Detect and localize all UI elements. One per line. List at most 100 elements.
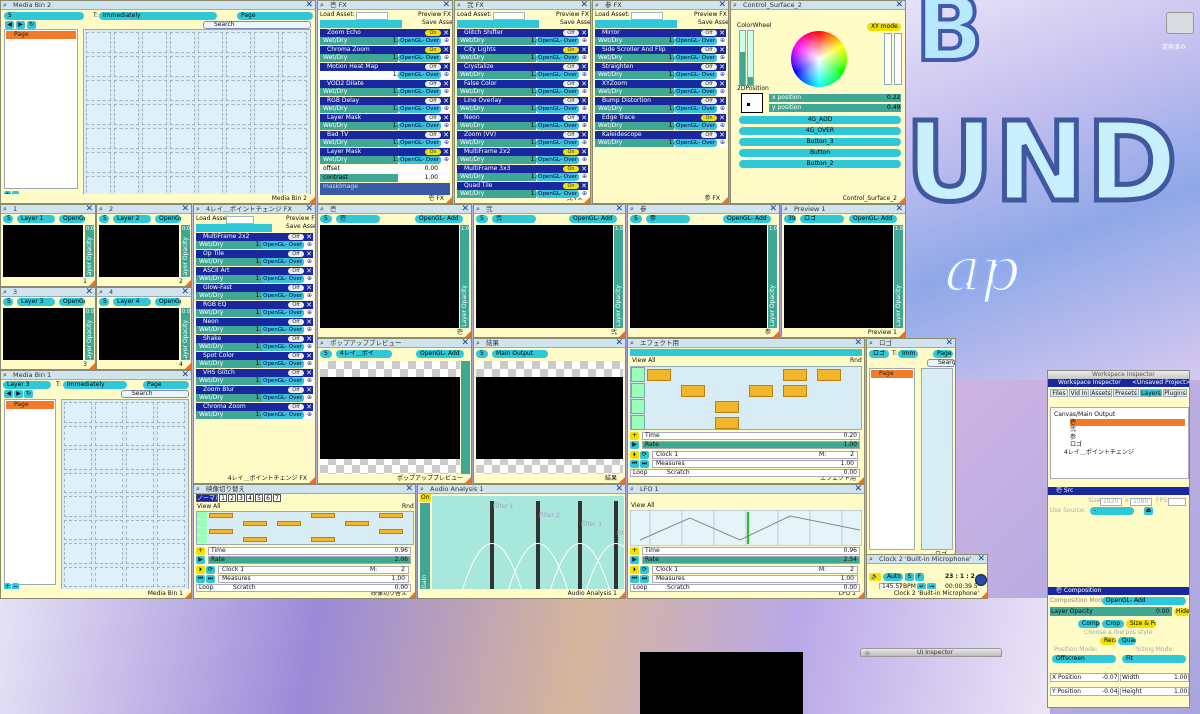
fx-remove-icon[interactable]: ✕ [719,97,725,105]
quad-button[interactable]: Quad [1118,637,1136,645]
layer-opacity-slider[interactable]: Layer Opacity 1.00 [894,225,905,329]
wet-dry-slider[interactable]: Wet/Dry1.00OpenGL- Over⊕ [457,88,588,96]
page-list[interactable]: Page [4,29,78,189]
clip-slot[interactable] [95,566,123,587]
fx-remove-icon[interactable]: ✕ [719,46,725,54]
workspace-tab[interactable]: Vid In [1069,389,1089,397]
wet-dry-slider[interactable]: Wet/Dry1.00OpenGL- Over⊕ [457,71,588,79]
fx-remove-icon[interactable]: ✕ [443,148,449,156]
layer-index-select[interactable]: 5 [320,350,332,358]
clip-slot[interactable] [86,80,111,101]
rewind-button[interactable]: ⏮ [630,575,639,583]
close-icon[interactable]: ✕ [305,205,313,214]
blend-mode-select[interactable]: OpenGL- Over [261,292,304,300]
hide-button[interactable]: Hide [1174,608,1190,616]
comp-tab[interactable]: Comp. UI [1078,620,1100,628]
clip-slot[interactable] [157,425,185,446]
clip-grid[interactable] [921,368,953,550]
fx-toggle[interactable]: Off [563,98,579,104]
layer-select[interactable]: Layer 1 [17,215,55,223]
fx-toggle[interactable]: Off [425,98,441,104]
layer-name-select[interactable]: 弐 [492,215,536,223]
close-icon[interactable]: ✕ [769,205,777,214]
measures-slider[interactable]: Measures 1.00 [652,460,858,468]
page-select[interactable]: Page [237,12,313,20]
blend-mode-select[interactable]: OpenGL- Over [398,122,441,130]
fx-row[interactable]: Glitch Shifter Off ✕ [457,29,588,37]
clip-slot[interactable] [170,80,195,101]
blend-mode-select[interactable]: OpenGL- [59,215,85,223]
fx-remove-icon[interactable]: ✕ [306,403,312,411]
layer-index-select[interactable]: 5 [3,298,13,306]
step-cell[interactable] [209,513,233,518]
blend-mode-select[interactable]: OpenGL- Over [674,71,717,79]
wet-dry-slider[interactable]: Wet/Dry1.00OpenGL- Over⊕ [196,411,313,419]
fx-row[interactable]: Layer Mask Off ✕ [320,114,450,122]
fx-row[interactable]: RGB EQ Off ✕ [196,301,313,309]
workspace-tab[interactable]: Files [1050,389,1068,397]
fx-row[interactable]: Kaleidescope Off ✕ [595,131,726,139]
fx-row[interactable]: Side Scroller And Flip Off ✕ [595,46,726,54]
clip-slot[interactable] [142,104,167,125]
view-all-select[interactable]: View All [197,503,221,511]
blend-mode-select[interactable]: OpenGL- Add [849,215,897,223]
fx-toggle[interactable]: Off [288,268,304,274]
close-icon[interactable]: ✕ [895,205,903,214]
fps-field[interactable] [1168,498,1186,506]
button-4g-add[interactable]: 4G_ADD [739,116,901,124]
color-wheel[interactable] [791,31,847,87]
fx-row[interactable]: Motion Heat Map Off ✕ [320,63,450,71]
fx-toggle[interactable]: Off [701,98,717,104]
blend-remove-icon[interactable]: ⊕ [720,139,725,147]
wet-dry-slider[interactable]: Wet/Dry1.00OpenGL- Over⊕ [320,139,450,147]
fx-remove-icon[interactable]: ✕ [581,165,587,173]
blend-remove-icon[interactable]: ⊕ [582,173,587,181]
close-icon[interactable]: ✕ [85,288,93,297]
clip-slot[interactable] [198,56,223,77]
blend-mode-select[interactable]: OpenGL- Add [569,215,617,223]
rewind-button[interactable]: ⏮ [196,575,205,583]
wet-dry-slider[interactable]: Wet/Dry1.00OpenGL- Over⊕ [196,343,313,351]
step-cell[interactable] [783,385,807,397]
save-asset-button[interactable]: Save Asset [422,19,452,27]
page-list-item[interactable]: Page [871,370,913,378]
clip-slot[interactable] [126,449,154,470]
layer-index-select[interactable]: 5 [476,215,488,223]
clip-slot[interactable] [114,152,139,173]
close-icon[interactable]: ✕ [181,205,189,214]
blend-mode-select[interactable]: OpenGL- Over [536,71,579,79]
clip-slot[interactable] [64,566,92,587]
fx-remove-icon[interactable]: ✕ [443,63,449,71]
blend-remove-icon[interactable]: ⊕ [307,360,312,368]
fx-toggle[interactable]: Off [701,132,717,138]
time-slider[interactable]: Time 0.96 [642,547,860,555]
close-icon[interactable]: ✕ [718,1,726,10]
clip-grid[interactable] [61,399,189,591]
preset-tab[interactable]: ノーマル [196,494,221,502]
fx-toggle[interactable]: Off [701,30,717,36]
clip-slot[interactable] [86,128,111,149]
wet-dry-slider[interactable]: Wet/Dry1.00OpenGL- Over⊕ [320,122,450,130]
blend-mode-select[interactable]: OpenGL- Over [261,343,304,351]
tree-item[interactable]: 壱 [1070,418,1185,426]
clip-slot[interactable] [95,472,123,493]
blend-remove-icon[interactable]: ⊕ [444,156,449,164]
blend-remove-icon[interactable]: ⊕ [307,258,312,266]
fx-toggle[interactable]: Off [288,319,304,325]
fx-remove-icon[interactable]: ✕ [306,233,312,241]
blend-mode-select[interactable]: OpenGL- Over [536,173,579,181]
fx-toggle[interactable]: Off [288,234,304,240]
fx-remove-icon[interactable]: ✕ [306,386,312,394]
param-slider[interactable]: offset 0.00 [320,165,450,173]
save-asset-button[interactable]: Save Asset [698,19,728,27]
tree-item[interactable]: 参 [1070,434,1185,441]
layer-opacity-slider[interactable]: Layer Opacity 0.00 [181,225,191,281]
mask-image-select[interactable]: maskImage [320,183,450,195]
clip-slot[interactable] [126,519,154,540]
blend-mode-select[interactable]: OpenGL- Over [674,105,717,113]
page-list-item[interactable]: Page [6,31,76,39]
clip-slot[interactable] [157,402,185,423]
fx-toggle[interactable]: Off [425,115,441,121]
measures-slider[interactable]: Measures 1.00 [218,575,409,583]
param-slider[interactable]: contrast 1.00 [320,174,450,182]
